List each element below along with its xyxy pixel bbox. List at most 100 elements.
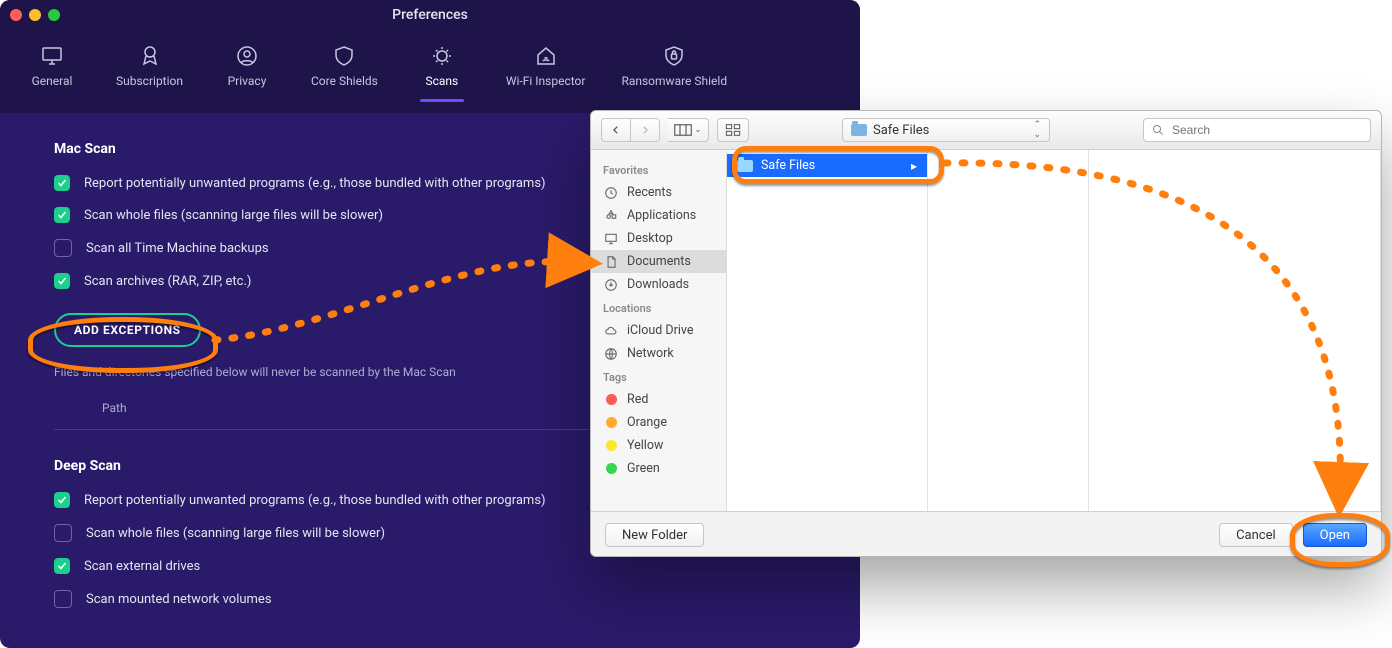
back-button[interactable] bbox=[601, 118, 631, 142]
chevron-left-icon bbox=[611, 125, 621, 135]
sidebar-tag-yellow[interactable]: Yellow bbox=[591, 434, 726, 457]
sidebar-item-network[interactable]: Network bbox=[591, 342, 726, 365]
deep-scan-option-2: Scan external drives bbox=[54, 558, 806, 574]
preferences-tabs: General Subscription Privacy Core Shield… bbox=[0, 30, 860, 113]
sidebar-item-label: Desktop bbox=[627, 231, 673, 246]
option-label: Report potentially unwanted programs (e.… bbox=[84, 493, 546, 508]
tab-ransomware-shield[interactable]: Ransomware Shield bbox=[617, 38, 731, 94]
add-exceptions-button[interactable]: ADD EXCEPTIONS bbox=[54, 313, 201, 347]
check-icon bbox=[56, 177, 68, 189]
sidebar-header-locations: Locations bbox=[591, 296, 726, 319]
stepper-icon: ⌃⌄ bbox=[1033, 120, 1041, 140]
clock-icon bbox=[603, 186, 619, 200]
finder-toolbar: ⌄ Safe Files ⌃⌄ bbox=[591, 111, 1381, 150]
tag-dot-icon bbox=[606, 463, 617, 474]
search-icon bbox=[1152, 124, 1164, 136]
deep-scan-option-3: Scan mounted network volumes bbox=[54, 590, 806, 608]
option-label: Scan mounted network volumes bbox=[86, 592, 272, 607]
chevron-right-icon bbox=[640, 125, 650, 135]
open-button[interactable]: Open bbox=[1303, 523, 1367, 547]
sidebar-item-label: Orange bbox=[627, 415, 667, 430]
search-input[interactable] bbox=[1170, 122, 1362, 138]
sidebar-tag-green[interactable]: Green bbox=[591, 457, 726, 480]
chevron-right-icon: ▸ bbox=[911, 159, 917, 173]
search-field[interactable] bbox=[1143, 118, 1371, 142]
view-columns-button[interactable]: ⌄ bbox=[668, 118, 709, 142]
checkbox[interactable] bbox=[54, 207, 70, 223]
folder-icon bbox=[851, 124, 867, 136]
checkbox[interactable] bbox=[54, 175, 70, 191]
tab-subscription[interactable]: Subscription bbox=[112, 38, 187, 94]
tab-label: Subscription bbox=[116, 74, 183, 88]
option-label: Report potentially unwanted programs (e.… bbox=[84, 176, 546, 191]
sidebar-tag-orange[interactable]: Orange bbox=[591, 411, 726, 434]
globe-icon bbox=[603, 347, 619, 361]
tab-privacy[interactable]: Privacy bbox=[215, 38, 279, 94]
sidebar-item-label: Downloads bbox=[627, 277, 689, 292]
sidebar-tag-red[interactable]: Red bbox=[591, 388, 726, 411]
folder-icon bbox=[737, 160, 753, 172]
finder-column-3[interactable] bbox=[1089, 150, 1381, 511]
check-icon bbox=[56, 275, 68, 287]
new-folder-button[interactable]: New Folder bbox=[605, 523, 704, 547]
tag-dot-icon bbox=[606, 394, 617, 405]
tab-label: Privacy bbox=[228, 74, 267, 88]
checkbox[interactable] bbox=[54, 524, 72, 542]
tab-label: Scans bbox=[425, 74, 458, 88]
document-icon bbox=[603, 255, 619, 269]
path-dropdown[interactable]: Safe Files ⌃⌄ bbox=[842, 118, 1050, 142]
finder-sidebar: Favorites Recents Applications Desktop bbox=[591, 150, 727, 511]
folder-item-label: Safe Files bbox=[761, 158, 815, 173]
monitor-icon bbox=[40, 44, 64, 68]
checkbox[interactable] bbox=[54, 558, 70, 574]
apps-icon bbox=[603, 209, 619, 223]
tag-dot-icon bbox=[606, 417, 617, 428]
finder-column-2[interactable] bbox=[928, 150, 1089, 511]
sidebar-item-icloud[interactable]: iCloud Drive bbox=[591, 319, 726, 342]
option-label: Scan whole files (scanning large files w… bbox=[84, 208, 383, 223]
sidebar-item-desktop[interactable]: Desktop bbox=[591, 227, 726, 250]
shield-icon bbox=[332, 44, 356, 68]
view-buttons: ⌄ bbox=[668, 118, 709, 142]
badge-icon bbox=[138, 44, 162, 68]
tab-general[interactable]: General bbox=[20, 38, 84, 94]
sidebar-item-label: Red bbox=[627, 392, 648, 407]
tab-wifi-inspector[interactable]: Wi-Fi Inspector bbox=[502, 38, 590, 94]
sidebar-header-tags: Tags bbox=[591, 365, 726, 388]
path-dropdown-label: Safe Files bbox=[873, 123, 929, 138]
chevron-down-icon: ⌄ bbox=[694, 125, 702, 135]
tab-core-shields[interactable]: Core Shields bbox=[307, 38, 382, 94]
check-icon bbox=[56, 494, 68, 506]
cancel-button[interactable]: Cancel bbox=[1219, 523, 1293, 547]
sidebar-item-label: Recents bbox=[627, 185, 672, 200]
checkbox[interactable] bbox=[54, 590, 72, 608]
user-shield-icon bbox=[235, 44, 259, 68]
sidebar-item-label: Documents bbox=[627, 254, 691, 269]
tab-label: Wi-Fi Inspector bbox=[506, 74, 586, 88]
finder-column-1[interactable]: Safe Files ▸ bbox=[727, 150, 928, 511]
sidebar-item-recents[interactable]: Recents bbox=[591, 181, 726, 204]
sidebar-item-label: iCloud Drive bbox=[627, 323, 693, 338]
sidebar-item-label: Green bbox=[627, 461, 660, 476]
tab-scans[interactable]: Scans bbox=[410, 38, 474, 94]
folder-item-safe-files[interactable]: Safe Files ▸ bbox=[727, 154, 927, 177]
lock-shield-icon bbox=[662, 44, 686, 68]
option-label: Scan archives (RAR, ZIP, etc.) bbox=[84, 274, 251, 289]
sidebar-item-downloads[interactable]: Downloads bbox=[591, 273, 726, 296]
sidebar-item-applications[interactable]: Applications bbox=[591, 204, 726, 227]
tab-label: Ransomware Shield bbox=[621, 74, 727, 88]
tag-dot-icon bbox=[606, 440, 617, 451]
checkbox[interactable] bbox=[54, 273, 70, 289]
checkbox[interactable] bbox=[54, 492, 70, 508]
house-wifi-icon bbox=[534, 44, 558, 68]
finder-columns: Safe Files ▸ bbox=[727, 150, 1381, 511]
columns-icon bbox=[674, 124, 692, 136]
checkbox[interactable] bbox=[54, 239, 72, 257]
grid-icon bbox=[725, 123, 741, 137]
tab-label: General bbox=[32, 74, 73, 88]
forward-button[interactable] bbox=[631, 118, 660, 142]
sidebar-item-documents[interactable]: Documents bbox=[591, 250, 726, 273]
finder-body: Favorites Recents Applications Desktop bbox=[591, 150, 1381, 511]
nav-buttons bbox=[601, 118, 660, 142]
group-button[interactable] bbox=[717, 118, 749, 142]
